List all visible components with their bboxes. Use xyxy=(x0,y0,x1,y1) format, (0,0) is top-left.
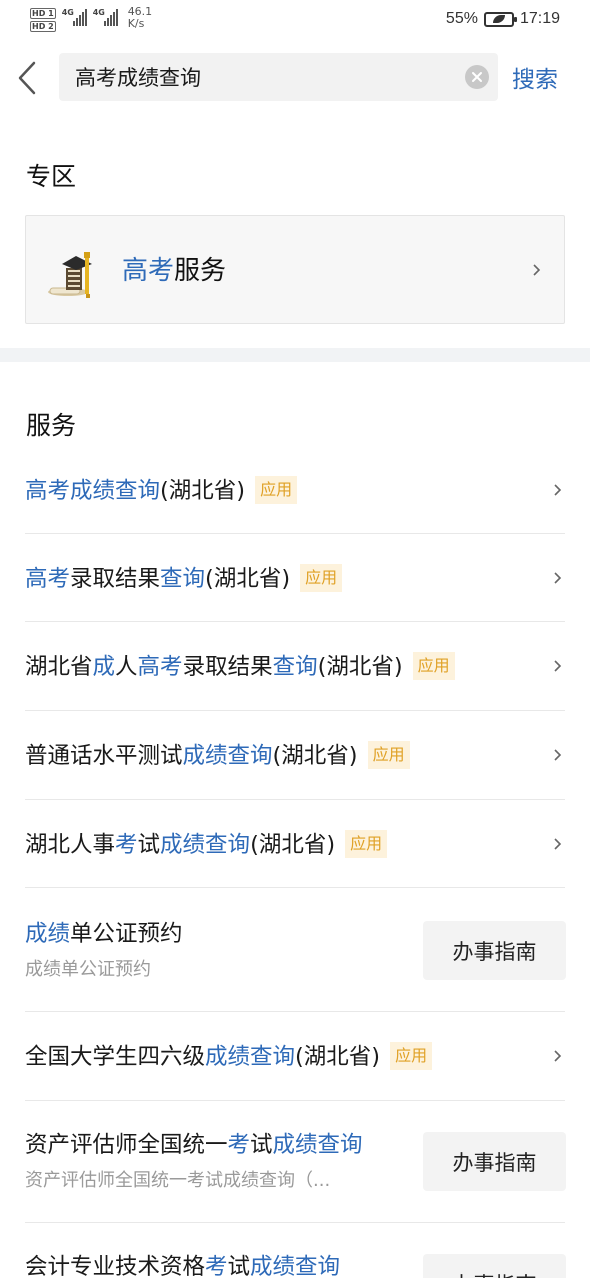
title-segment: 试 xyxy=(137,832,161,858)
gaokao-service-label: 高考服务 xyxy=(122,250,226,287)
app-badge: 应用 xyxy=(390,1041,433,1070)
service-item-title: 高考录取结果查询(湖北省) 应用 xyxy=(25,561,343,594)
network-speed: 46.1 K/s xyxy=(128,6,153,30)
title-segment: (湖北省) xyxy=(250,832,336,858)
title-segment: 普通话水平测试 xyxy=(25,743,183,769)
search-input[interactable] xyxy=(75,53,455,101)
service-item-title: 成绩单公证预约 xyxy=(25,916,183,948)
title-segment: 录取结果 xyxy=(70,566,161,592)
title-segment: 会计专业技术资格 xyxy=(25,1254,206,1278)
app-badge: 应用 xyxy=(255,475,298,504)
title-segment: 湖北人事 xyxy=(25,832,116,858)
zone-label-rest: 服务 xyxy=(174,256,227,286)
service-item-gaokao-admission[interactable]: 高考录取结果查询(湖北省) 应用 xyxy=(25,534,565,621)
chevron-right-icon xyxy=(554,572,562,584)
chevron-right-icon xyxy=(554,660,562,672)
clear-search-button[interactable] xyxy=(465,65,489,89)
title-segment: 成绩 xyxy=(25,921,71,947)
chevron-right-icon xyxy=(554,484,562,496)
sim2-indicator: HD 2 xyxy=(30,21,56,32)
title-segment: 成绩查询 xyxy=(205,1044,296,1070)
graduation-books-icon xyxy=(48,252,92,298)
service-item-hubei-personnel-exam[interactable]: 湖北人事考试成绩查询(湖北省) 应用 xyxy=(25,800,565,887)
zone-label-highlight: 高考 xyxy=(122,256,175,286)
battery-icon xyxy=(483,11,517,27)
services-section-title: 服务 xyxy=(26,411,77,440)
search-button[interactable]: 搜索 xyxy=(512,60,558,94)
battery-percent: 55% xyxy=(445,10,478,27)
app-badge: 应用 xyxy=(412,651,455,680)
title-segment: 成绩查询 xyxy=(160,832,251,858)
title-segment: (湖北省) xyxy=(295,1044,381,1070)
sim1-indicator: HD 1 xyxy=(30,8,56,19)
title-segment: 成 xyxy=(92,654,116,680)
title-segment: 湖北省 xyxy=(25,654,93,680)
app-badge: 应用 xyxy=(300,563,343,592)
title-segment: 资产评估师全国统一 xyxy=(25,1132,228,1158)
service-item-cet-score[interactable]: 全国大学生四六级成绩查询(湖北省) 应用 xyxy=(25,1012,565,1100)
chevron-right-icon xyxy=(554,749,562,761)
search-bar[interactable] xyxy=(59,53,498,101)
title-segment: 查询 xyxy=(160,566,206,592)
title-segment: (湖北省) xyxy=(205,566,291,592)
network-type-2: 4G xyxy=(92,8,105,17)
service-item-subtitle: 资产评估师全国统一考试成绩查询（... xyxy=(25,1170,331,1191)
guide-button[interactable]: 办事指南 xyxy=(423,1254,566,1278)
service-item-putonghua-score[interactable]: 普通话水平测试成绩查询(湖北省) 应用 xyxy=(25,711,565,799)
gaokao-service-card[interactable]: 高考服务 xyxy=(25,215,565,324)
service-item-title: 普通话水平测试成绩查询(湖北省) 应用 xyxy=(25,738,410,771)
signal-icon: 4G xyxy=(62,6,87,26)
title-segment: 高考 xyxy=(25,566,71,592)
title-segment: 单公证预约 xyxy=(70,921,183,947)
title-segment: 成绩查询 xyxy=(250,1254,341,1278)
guide-button[interactable]: 办事指南 xyxy=(423,921,566,980)
title-segment: 全国大学生四六级 xyxy=(25,1044,206,1070)
app-badge: 应用 xyxy=(345,829,388,858)
close-icon xyxy=(472,72,482,82)
leaf-icon xyxy=(492,15,505,23)
service-item-title: 湖北省成人高考录取结果查询(湖北省) 应用 xyxy=(25,649,455,682)
service-item-title: 全国大学生四六级成绩查询(湖北省) 应用 xyxy=(25,1039,433,1072)
sim-indicators: HD 1 HD 2 xyxy=(30,8,56,32)
section-divider xyxy=(0,348,590,362)
back-arrow-icon xyxy=(18,61,36,95)
title-segment: 成绩查询 xyxy=(272,1132,363,1158)
service-item-title: 资产评估师全国统一考试成绩查询 xyxy=(25,1127,363,1159)
network-type-1: 4G xyxy=(61,8,74,17)
clock: 17:19 xyxy=(519,10,560,27)
status-left: HD 1 HD 2 4G 4G 46.1 K/s xyxy=(30,6,152,32)
service-item-subtitle: 成绩单公证预约 xyxy=(25,959,151,980)
title-segment: 高考 xyxy=(137,654,183,680)
back-button[interactable] xyxy=(10,58,44,98)
title-segment: (湖北省) xyxy=(160,478,246,504)
title-segment: 试 xyxy=(250,1132,273,1158)
title-segment: 查询 xyxy=(272,654,318,680)
network-speed-unit: K/s xyxy=(127,17,145,30)
chevron-right-icon xyxy=(554,838,562,850)
service-item-gaokao-score[interactable]: 高考成绩查询(湖北省) 应用 xyxy=(25,459,565,533)
title-segment: (湖北省) xyxy=(317,654,403,680)
chevron-right-icon xyxy=(533,264,541,276)
guide-button[interactable]: 办事指南 xyxy=(423,1132,566,1191)
signal-icon-2: 4G xyxy=(93,6,118,26)
service-item-title: 湖北人事考试成绩查询(湖北省) 应用 xyxy=(25,827,388,860)
service-item-title: 会计专业技术资格考试成绩查询 xyxy=(25,1249,340,1278)
title-segment: 成绩查询 xyxy=(182,743,273,769)
zone-section-title: 专区 xyxy=(26,162,77,191)
app-badge: 应用 xyxy=(367,740,410,769)
status-bar: HD 1 HD 2 4G 4G 46.1 K/s 55% 17:19 xyxy=(0,0,590,44)
service-item-adult-gaokao-admission[interactable]: 湖北省成人高考录取结果查询(湖北省) 应用 xyxy=(25,622,565,710)
title-segment: 考 xyxy=(205,1254,228,1278)
title-segment: 考 xyxy=(227,1132,251,1158)
status-right: 55% 17:19 xyxy=(446,10,560,28)
title-segment: 试 xyxy=(227,1254,251,1278)
title-segment: (湖北省) xyxy=(272,743,358,769)
title-segment: 考 xyxy=(115,832,138,858)
title-segment: 高考成绩查询 xyxy=(25,478,161,504)
service-item-title: 高考成绩查询(湖北省) 应用 xyxy=(25,473,298,506)
chevron-right-icon xyxy=(554,1050,562,1062)
title-segment: 人 xyxy=(115,654,138,680)
title-segment: 录取结果 xyxy=(182,654,273,680)
